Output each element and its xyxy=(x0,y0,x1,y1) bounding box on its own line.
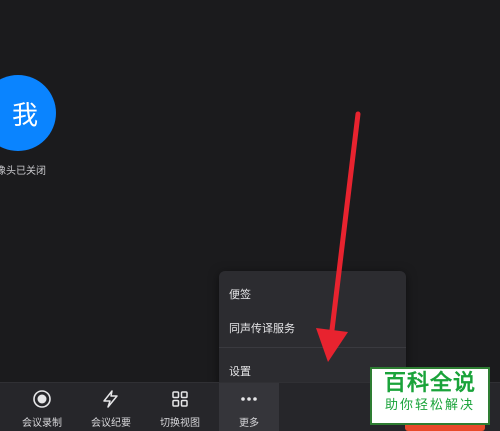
camera-status-label: 像头已关闭 xyxy=(0,166,46,177)
record-icon xyxy=(31,388,53,410)
menu-item-interpretation[interactable]: 同声传译服务 xyxy=(229,320,295,336)
switch-view-button[interactable]: 切换视图 xyxy=(150,383,210,431)
more-label: 更多 xyxy=(239,418,259,429)
notes-button[interactable]: 会议纪要 xyxy=(81,383,141,431)
more-button[interactable]: 更多 xyxy=(219,383,279,431)
avatar-text: 我 xyxy=(11,100,38,131)
menu-divider xyxy=(219,347,406,348)
record-label: 会议录制 xyxy=(22,418,62,429)
menu-item-notes[interactable]: 便签 xyxy=(229,286,251,302)
meeting-window: 我 像头已关闭 便签 同声传译服务 设置 会议录制 会议纪要 切换视图 更多 百… xyxy=(0,0,500,431)
record-button[interactable]: 会议录制 xyxy=(12,383,72,431)
notes-label: 会议纪要 xyxy=(91,418,131,429)
menu-item-settings[interactable]: 设置 xyxy=(229,363,251,379)
switch-view-label: 切换视图 xyxy=(160,418,200,429)
ai-notes-icon xyxy=(100,388,122,410)
grid-view-icon xyxy=(169,388,191,410)
watermark-subtitle: 助你轻松解决 xyxy=(384,398,475,413)
watermark-title: 百科全说 xyxy=(383,371,476,396)
avatar: 我 xyxy=(0,75,56,151)
watermark-logo: 百科全说 助你轻松解决 xyxy=(370,367,490,425)
more-dots-icon xyxy=(238,388,260,410)
